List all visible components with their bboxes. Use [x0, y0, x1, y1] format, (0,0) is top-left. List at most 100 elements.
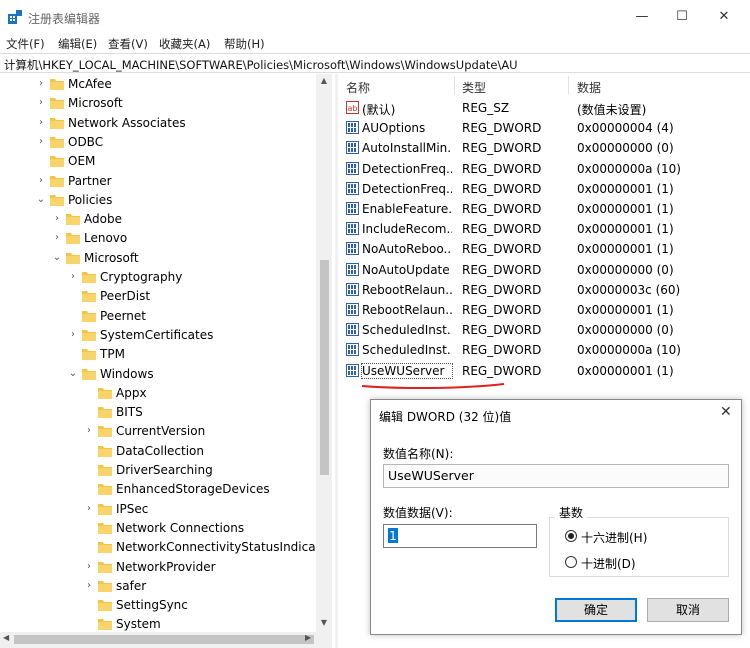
tree-item[interactable]: › ODBC: [0, 133, 330, 152]
tree-item[interactable]: › McAfee: [0, 75, 330, 94]
menu-favorites[interactable]: 收藏夹(A): [159, 36, 210, 52]
tree-item[interactable]: › Network Associates: [0, 114, 330, 133]
cancel-button[interactable]: 取消: [647, 598, 729, 622]
value-type: REG_DWORD: [462, 202, 542, 216]
chevron-right-icon[interactable]: ›: [84, 580, 94, 592]
tree-item[interactable]: SettingSync: [0, 596, 330, 615]
value-row[interactable]: RebootRelaun... REG_DWORD 0x0000003c (60): [340, 280, 750, 300]
chevron-right-icon[interactable]: ›: [68, 329, 78, 341]
chevron-down-icon[interactable]: ⌄: [68, 368, 78, 380]
ok-button[interactable]: 确定: [555, 598, 637, 622]
column-header-name[interactable]: 名称: [346, 79, 370, 96]
tree-item[interactable]: › IPSec: [0, 500, 330, 519]
menu-file[interactable]: 文件(F): [6, 36, 45, 52]
tree-item[interactable]: Appx: [0, 384, 330, 403]
column-separator[interactable]: [568, 76, 569, 94]
tree-item[interactable]: NetworkConnectivityStatusIndicator: [0, 538, 332, 557]
column-header-data[interactable]: 数据: [577, 79, 601, 96]
value-row[interactable]: AUOptions REG_DWORD 0x00000004 (4): [340, 118, 750, 138]
chevron-right-icon[interactable]: ›: [36, 97, 46, 109]
column-header-type[interactable]: 类型: [462, 79, 486, 96]
value-data-field[interactable]: 1: [383, 524, 537, 548]
hex-radio-label[interactable]: 十六进制(H): [581, 529, 647, 546]
value-row[interactable]: NoAutoReboo... REG_DWORD 0x00000001 (1): [340, 239, 750, 259]
chevron-right-icon[interactable]: ›: [36, 136, 46, 148]
decimal-radio[interactable]: [565, 556, 577, 568]
tree-item-label: safer: [116, 578, 147, 593]
value-row[interactable]: UseWUServer REG_DWORD 0x00000001 (1): [340, 361, 750, 381]
tree-item-label: Microsoft: [68, 96, 123, 111]
tree-item-label: OEM: [68, 154, 96, 169]
decimal-radio-label[interactable]: 十进制(D): [581, 555, 636, 572]
chevron-right-icon[interactable]: ›: [36, 175, 46, 187]
chevron-right-icon[interactable]: ›: [36, 117, 46, 129]
tree-item[interactable]: › SystemCertificates: [0, 326, 330, 345]
tree-item[interactable]: OEM: [0, 152, 330, 171]
no-chevron: [84, 406, 94, 418]
tree-horizontal-scroll-thumb[interactable]: [14, 635, 314, 644]
tree-item[interactable]: ⌄ Microsoft: [0, 249, 330, 268]
pane-splitter[interactable]: [335, 74, 338, 648]
tree-item[interactable]: EnhancedStorageDevices: [0, 480, 330, 499]
minimize-button[interactable]: —: [630, 6, 654, 28]
tree-item[interactable]: DataCollection: [0, 442, 330, 461]
value-data: 0x00000001 (1): [577, 181, 674, 196]
value-row[interactable]: ScheduledInst... REG_DWORD 0x0000000a (10): [340, 340, 750, 360]
scroll-right-arrow-icon[interactable]: ▶: [305, 633, 311, 642]
tree-item[interactable]: System: [0, 615, 330, 632]
chevron-right-icon[interactable]: ›: [84, 561, 94, 573]
value-row[interactable]: IncludeRecom... REG_DWORD 0x00000001 (1): [340, 219, 750, 239]
value-row[interactable]: EnableFeature... REG_DWORD 0x00000001 (1): [340, 199, 750, 219]
scroll-left-arrow-icon[interactable]: ◀: [3, 633, 9, 642]
tree-item[interactable]: PeerDist: [0, 287, 330, 306]
tree-item[interactable]: ⌄ Windows: [0, 365, 330, 384]
value-name-field[interactable]: UseWUServer: [383, 464, 729, 488]
chevron-right-icon[interactable]: ›: [52, 213, 62, 225]
tree-item[interactable]: Network Connections: [0, 519, 330, 538]
address-bar[interactable]: 计算机\HKEY_LOCAL_MACHINE\SOFTWARE\Policies…: [0, 53, 750, 73]
hex-radio[interactable]: [565, 530, 577, 542]
close-button[interactable]: ✕: [712, 6, 736, 28]
tree-item[interactable]: ⌄ Policies: [0, 191, 330, 210]
chevron-right-icon[interactable]: ›: [84, 425, 94, 437]
column-separator[interactable]: [454, 76, 455, 94]
chevron-right-icon[interactable]: ›: [52, 232, 62, 244]
chevron-right-icon[interactable]: ›: [68, 271, 78, 283]
tree-item[interactable]: › Cryptography: [0, 268, 330, 287]
menu-edit[interactable]: 编辑(E): [58, 36, 97, 52]
tree-item-label: PeerDist: [100, 289, 151, 304]
tree-item[interactable]: › Adobe: [0, 210, 330, 229]
menu-help[interactable]: 帮助(H): [224, 36, 265, 52]
tree-vertical-scroll-thumb[interactable]: [320, 260, 329, 475]
maximize-button[interactable]: ☐: [670, 6, 694, 28]
tree-item[interactable]: › Microsoft: [0, 94, 330, 113]
chevron-right-icon[interactable]: ›: [84, 503, 94, 515]
value-row[interactable]: AutoInstallMin... REG_DWORD 0x00000000 (0): [340, 138, 750, 158]
tree-item[interactable]: › safer: [0, 577, 330, 596]
value-row[interactable]: DetectionFreq... REG_DWORD 0x0000000a (10): [340, 159, 750, 179]
folder-icon: [50, 175, 64, 187]
tree-item[interactable]: TPM: [0, 345, 330, 364]
dialog-close-icon[interactable]: ✕: [720, 404, 732, 420]
tree-item[interactable]: DriverSearching: [0, 461, 330, 480]
menu-view[interactable]: 查看(V): [108, 36, 148, 52]
scroll-down-arrow-icon[interactable]: ▼: [316, 618, 332, 630]
value-row[interactable]: DetectionFreq... REG_DWORD 0x00000001 (1): [340, 179, 750, 199]
base-groupbox: [549, 517, 729, 577]
value-name: AutoInstallMin...: [362, 141, 452, 156]
scroll-up-arrow-icon[interactable]: ▲: [316, 76, 332, 88]
value-row[interactable]: ab (默认) REG_SZ (数值未设置): [340, 98, 750, 118]
tree-item[interactable]: › NetworkProvider: [0, 558, 330, 577]
value-row[interactable]: ScheduledInst... REG_DWORD 0x00000000 (0): [340, 320, 750, 340]
tree-item[interactable]: › Partner: [0, 172, 330, 191]
tree-item[interactable]: Peernet: [0, 307, 330, 326]
chevron-right-icon[interactable]: ›: [36, 78, 46, 90]
value-row[interactable]: NoAutoUpdate REG_DWORD 0x00000000 (0): [340, 260, 750, 280]
value-row[interactable]: RebootRelaun... REG_DWORD 0x00000001 (1): [340, 300, 750, 320]
tree-item[interactable]: BITS: [0, 403, 330, 422]
tree-item[interactable]: › Lenovo: [0, 229, 330, 248]
chevron-down-icon[interactable]: ⌄: [36, 194, 46, 206]
chevron-down-icon[interactable]: ⌄: [52, 252, 62, 264]
value-data: 0x0000003c (60): [577, 282, 681, 297]
tree-item[interactable]: › CurrentVersion: [0, 422, 330, 441]
